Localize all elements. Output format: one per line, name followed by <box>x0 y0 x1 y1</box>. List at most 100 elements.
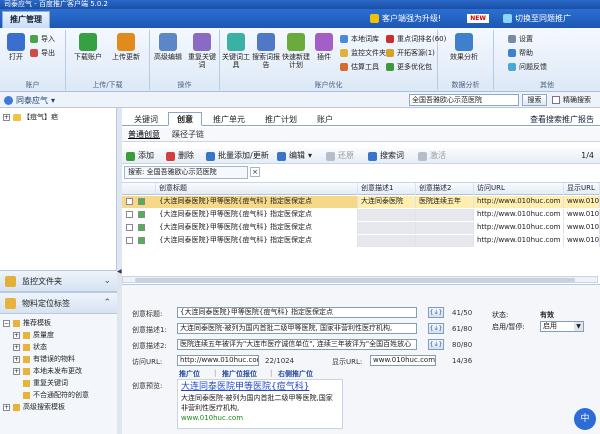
row-checkbox[interactable] <box>126 237 133 244</box>
expand-icon[interactable]: + <box>13 367 20 375</box>
table-row[interactable]: {大连同泰医院}甲等医院{痘气科} 指定医保定点 http://www.010h… <box>122 235 600 247</box>
keyword-tool-button[interactable]: 关键词工具 <box>220 33 252 69</box>
ime-indicator[interactable]: 中 <box>574 408 596 430</box>
tab-position[interactable]: 推广位 <box>179 369 200 379</box>
cell-display-url[interactable]: www.010huc.com <box>564 196 600 208</box>
row-checkbox[interactable] <box>126 198 133 205</box>
row-checkbox[interactable] <box>126 224 133 231</box>
cell-url[interactable]: http://www.010huc.com <box>474 222 564 234</box>
exact-search-checkbox[interactable] <box>552 96 560 104</box>
table-row[interactable]: {大连同泰医院}甲等医院{痘气科} 指定医保定点 大连同泰医院 医院连续五年 h… <box>122 196 600 208</box>
material-tag-panel[interactable]: 物料定位标签 ⌃ <box>0 292 117 314</box>
expand-icon[interactable]: + <box>3 113 10 121</box>
settings-button[interactable]: 设置 <box>508 34 533 44</box>
download-account-button[interactable]: 下载账户 <box>72 33 104 61</box>
search-input[interactable]: 全国吾雅欧心示范医院 <box>409 94 519 106</box>
header-display-url[interactable]: 显示URL <box>564 183 600 195</box>
display-url-input[interactable]: www.010huc.com <box>370 355 436 366</box>
tab-sublink[interactable]: 蹊径子链 <box>172 129 204 141</box>
tab-ad-unit[interactable]: 推广单元 <box>204 112 254 126</box>
tree-item[interactable]: 重复关键词 <box>23 378 68 388</box>
header-desc1[interactable]: 创意描述1 <box>358 183 416 195</box>
expand-icon[interactable]: + <box>13 343 20 351</box>
cell-desc2[interactable] <box>416 222 474 234</box>
help-button[interactable]: 帮助 <box>508 48 533 58</box>
search-button[interactable]: 搜索 <box>522 94 547 106</box>
cell-desc2[interactable] <box>416 209 474 221</box>
header-title[interactable]: 创意标题 <box>156 183 358 195</box>
restore-button[interactable]: 还原 <box>326 150 354 162</box>
feedback-button[interactable]: 问题反馈 <box>508 62 547 72</box>
search-report-button[interactable]: 搜索词报告 <box>250 33 282 69</box>
cell-desc2[interactable] <box>416 235 474 247</box>
tree-item[interactable]: + 高级搜索模板 <box>3 402 65 412</box>
advanced-edit-button[interactable]: 高级编辑 <box>152 33 184 61</box>
cell-desc1[interactable] <box>358 222 416 234</box>
cell-title[interactable]: {大连同泰医院}甲等医院{痘气科} 指定医保定点 <box>156 222 358 234</box>
horizontal-scrollbar[interactable] <box>122 276 598 283</box>
tree-item[interactable]: + 本地未发布更改 <box>13 366 82 376</box>
table-row[interactable]: {大连同泰医院}甲等医院{痘气科} 指定医保定点 http://www.010h… <box>122 209 600 221</box>
open-source-button[interactable]: 开拓客源(1) <box>386 48 435 58</box>
tab-creative[interactable]: 创意 <box>168 112 202 126</box>
clear-filter-icon[interactable]: × <box>250 167 260 177</box>
cell-title[interactable]: {大连同泰医院}甲等医院{痘气科} 指定医保定点 <box>156 196 358 208</box>
desc2-input[interactable]: 医院连续五年被评为"大连市医疗诚信单位", 连续三年被评为"全国百姓放心 <box>177 339 417 350</box>
upgrade-notice[interactable]: 客户端强为升级! NEW <box>370 11 489 26</box>
desc2-wildcard-button[interactable]: {↓} <box>428 339 444 350</box>
switch-promotion-button[interactable]: 切换至同题推广 <box>503 11 599 26</box>
tree-root-item[interactable]: + 【痘气】疤 <box>3 112 58 122</box>
more-optimize-button[interactable]: 更多优化包 <box>386 62 432 72</box>
duplicate-keyword-button[interactable]: 重复关键词 <box>186 33 218 69</box>
header-url[interactable]: 访问URL <box>474 183 564 195</box>
tree-item[interactable]: 不合通配符的创意 <box>23 390 89 400</box>
cell-display-url[interactable]: www.010huc.com <box>564 235 600 247</box>
cell-desc1[interactable] <box>358 235 416 247</box>
activate-button[interactable]: 激活 <box>418 150 446 162</box>
expand-icon[interactable]: + <box>3 403 10 411</box>
title-wildcard-button[interactable]: {↓} <box>428 307 444 318</box>
open-button[interactable]: 打开 <box>0 33 32 61</box>
cell-url[interactable]: http://www.010huc.com <box>474 235 564 247</box>
url-input[interactable]: http://www.010huc.com <box>177 355 259 366</box>
search-word-button[interactable]: 搜索词 <box>368 150 404 162</box>
tree-item[interactable]: + 有错误的物料 <box>13 354 75 364</box>
add-button[interactable]: 添加 <box>126 150 154 162</box>
batch-update-button[interactable]: 批量添加/更新 <box>206 150 269 162</box>
tab-normal-creative[interactable]: 普通创意 <box>128 129 160 141</box>
table-row[interactable]: {大连同泰医院}甲等医院{痘气科} 指定医保定点 http://www.010h… <box>122 222 600 234</box>
tab-promotion-management[interactable]: 推广管理 <box>2 11 50 28</box>
estimate-tool-button[interactable]: 估算工具 <box>340 62 379 72</box>
tree-item[interactable]: + 质量度 <box>13 330 54 340</box>
account-selector[interactable]: 同泰应气 ▾ <box>4 95 55 106</box>
edit-button[interactable]: 编辑 ▾ <box>277 150 312 162</box>
search-report-link[interactable]: 查看搜索推广报告 <box>530 114 594 125</box>
tab-right-position[interactable]: 右侧推广位 <box>278 369 313 379</box>
title-input[interactable]: {大连同泰医院}甲等医院{痘气科} 指定医保定点 <box>177 307 417 318</box>
effect-analysis-button[interactable]: 效果分析 <box>448 33 480 61</box>
import-button[interactable]: 导入 <box>30 34 55 44</box>
cell-desc1[interactable] <box>358 209 416 221</box>
cell-title[interactable]: {大连同泰医院}甲等医院{痘气科} 指定医保定点 <box>156 209 358 221</box>
expand-icon[interactable]: + <box>13 355 20 363</box>
desc1-wildcard-button[interactable]: {↓} <box>428 323 444 334</box>
cell-url[interactable]: http://www.010huc.com <box>474 209 564 221</box>
tab-position-report[interactable]: 推广位报位 <box>222 369 257 379</box>
desc1-input[interactable]: 大连同泰医院-被列为国内首批二级甲等医院, 国家非营利性医疗机构, <box>177 323 417 334</box>
cell-display-url[interactable]: www.010huc.com <box>564 209 600 221</box>
scroll-thumb[interactable] <box>135 278 575 282</box>
tree-item[interactable]: − 推荐模板 <box>3 318 51 328</box>
cell-title[interactable]: {大连同泰医院}甲等医院{痘气科} 指定医保定点 <box>156 235 358 247</box>
monitor-folder-panel[interactable]: 监控文件夹 ⌄ <box>0 270 117 292</box>
tab-keyword[interactable]: 关键词 <box>126 112 166 126</box>
export-button[interactable]: 导出 <box>30 48 55 58</box>
tab-plan[interactable]: 推广计划 <box>256 112 306 126</box>
tab-account[interactable]: 账户 <box>308 112 342 126</box>
local-lib-button[interactable]: 本地词库 <box>340 34 379 44</box>
row-checkbox[interactable] <box>126 211 133 218</box>
plugin-button[interactable]: 插件 <box>308 33 340 61</box>
delete-button[interactable]: 删除 <box>166 150 194 162</box>
cell-url[interactable]: http://www.010huc.com <box>474 196 564 208</box>
cell-display-url[interactable]: www.010huc.com <box>564 222 600 234</box>
pause-select[interactable]: 启用 ▼ <box>540 321 584 332</box>
